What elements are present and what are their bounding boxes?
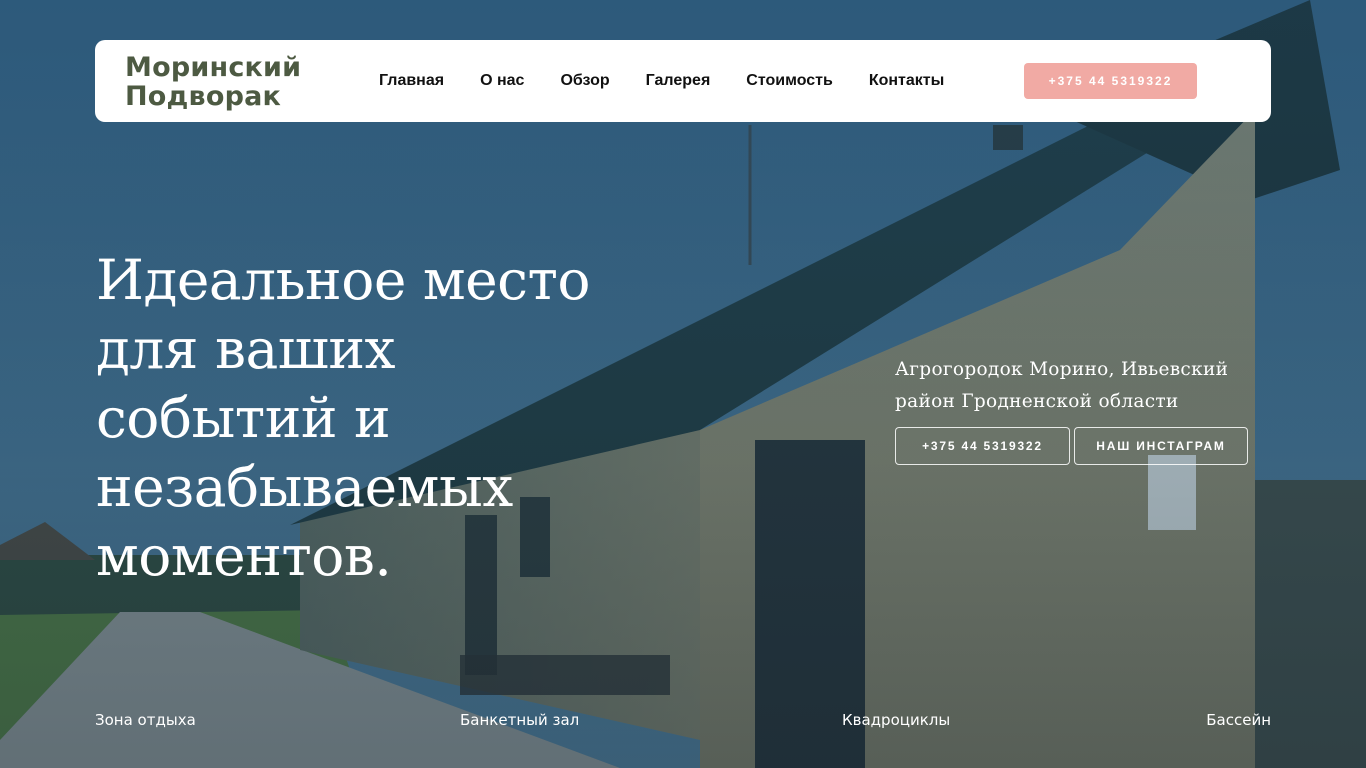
site-logo[interactable]: Моринский Подворак	[125, 53, 301, 111]
hero-address: Агрогородок Морино, Ивьевский район Грод…	[895, 354, 1255, 418]
headline-line: Идеальное место	[96, 248, 591, 312]
nav-item-contacts[interactable]: Контакты	[869, 72, 944, 90]
logo-line-1: Моринский	[125, 52, 302, 83]
headline-line: для ваших	[96, 317, 396, 381]
nav-item-gallery[interactable]: Галерея	[646, 72, 711, 90]
address-line-1: Агрогородок Морино, Ивьевский	[895, 359, 1229, 380]
feature-rest-zone[interactable]: Зона отдыха	[95, 711, 196, 729]
main-nav: Главная О нас Обзор Галерея Стоимость Ко…	[379, 40, 944, 122]
headline-line: событий и	[96, 386, 391, 450]
instagram-button[interactable]: НАШ ИНСТАГРАМ	[1074, 427, 1248, 465]
header-phone-button[interactable]: +375 44 5319322	[1024, 63, 1197, 99]
headline-line: моментов.	[96, 524, 392, 588]
logo-line-2: Подворак	[125, 81, 282, 112]
feature-pool[interactable]: Бассейн	[1206, 711, 1271, 729]
site-header: Моринский Подворак Главная О нас Обзор Г…	[95, 40, 1271, 122]
nav-item-home[interactable]: Главная	[379, 72, 444, 90]
nav-item-price[interactable]: Стоимость	[746, 72, 833, 90]
headline-line: незабываемых	[96, 455, 513, 519]
address-line-2: район Гродненской области	[895, 391, 1179, 412]
hero-headline: Идеальное место для ваших событий и неза…	[96, 246, 616, 591]
feature-quad-bikes[interactable]: Квадроциклы	[842, 711, 950, 729]
nav-item-about[interactable]: О нас	[480, 72, 524, 90]
features-row: Зона отдыха Банкетный зал Квадроциклы Ба…	[95, 711, 1271, 731]
hero-phone-button[interactable]: +375 44 5319322	[895, 427, 1070, 465]
nav-item-overview[interactable]: Обзор	[560, 72, 609, 90]
feature-banquet-hall[interactable]: Банкетный зал	[460, 711, 579, 729]
